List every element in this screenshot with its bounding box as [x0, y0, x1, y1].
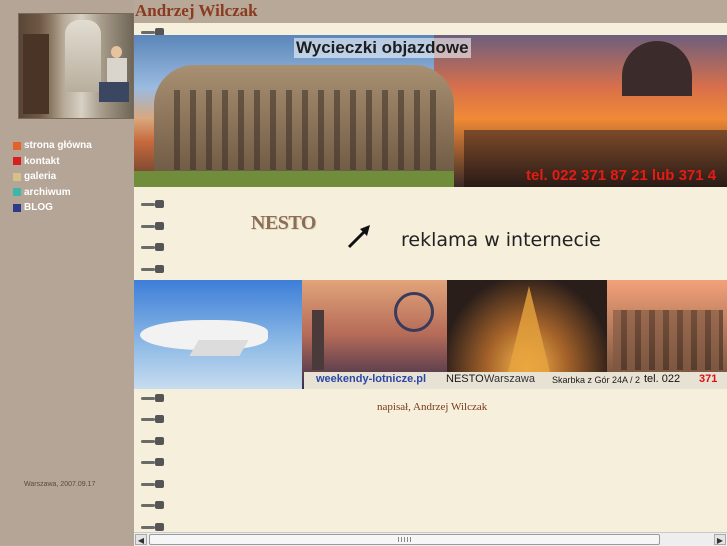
binding-ring	[141, 479, 168, 489]
binding-ring	[141, 221, 168, 231]
nav-item-galeria[interactable]: galeria	[13, 169, 92, 185]
banner-city: Warszawa	[484, 373, 535, 385]
binding-ring	[141, 199, 168, 209]
scroll-right-button[interactable]: ▶	[714, 534, 726, 545]
banner-site: weekendy-lotnicze.pl	[316, 373, 427, 385]
scroll-thumb[interactable]	[149, 534, 660, 545]
nesto-logo[interactable]: NESTO	[251, 212, 316, 235]
binding-ring	[141, 500, 168, 510]
arrow-icon	[347, 225, 370, 249]
horizontal-scrollbar[interactable]: ◀ ▶	[134, 532, 727, 546]
post-date: Warszawa, 2007.09.17	[24, 481, 96, 488]
nav-label: strona główna	[24, 140, 92, 152]
binding-ring	[141, 242, 168, 252]
banner-phone-prefix: tel. 022	[644, 373, 681, 385]
page-title: Andrzej Wilczak	[135, 1, 258, 20]
weekend-flights-banner[interactable]: weekendy-lotnicze.pl NESTO Warszawa Skar…	[134, 280, 727, 389]
binding-ring	[141, 522, 168, 532]
sidebar: strona główna kontakt galeria archiwum B…	[0, 0, 134, 545]
ad-slogan[interactable]: reklama w internecie	[401, 229, 601, 251]
banner-address: Skarbka z Gór 24A / 2	[552, 375, 641, 385]
nav-label: galeria	[24, 171, 57, 183]
banner-info-strip: weekendy-lotnicze.pl NESTO Warszawa Skar…	[304, 372, 727, 389]
nav-item-blog[interactable]: BLOG	[13, 200, 92, 216]
binding-ring	[141, 457, 168, 467]
banner-firm: NESTO	[446, 373, 484, 385]
nav-label: BLOG	[24, 202, 53, 214]
scroll-left-button[interactable]: ◀	[135, 534, 147, 545]
grip-icon	[398, 537, 412, 542]
nav-item-kontakt[interactable]: kontakt	[13, 154, 92, 170]
binding-ring	[141, 264, 168, 274]
nav-label: archiwum	[24, 186, 71, 198]
author-photo	[18, 13, 134, 119]
travel-banner[interactable]: Wycieczki objazdowe tel. 022 371 87 21 l…	[134, 35, 727, 187]
post-signature: napisał, Andrzej Wilczak	[377, 401, 488, 413]
nav-item-archiwum[interactable]: archiwum	[13, 185, 92, 201]
nav-item-strona-glowna[interactable]: strona główna	[13, 138, 92, 154]
banner-phone: tel. 022 371 87 21 lub 371 4	[526, 167, 717, 184]
bullet-icon	[13, 172, 21, 181]
binding-ring	[141, 436, 168, 446]
bullet-icon	[13, 141, 21, 150]
banner-phone-number: 371	[699, 373, 718, 385]
banner-heading: Wycieczki objazdowe	[294, 38, 471, 58]
binding-ring	[141, 414, 168, 424]
bullet-icon	[13, 157, 21, 166]
bullet-icon	[13, 188, 21, 197]
nav-label: kontakt	[24, 155, 60, 167]
sidebar-nav: strona główna kontakt galeria archiwum B…	[13, 138, 92, 216]
binding-ring	[141, 393, 168, 403]
bullet-icon	[13, 203, 21, 212]
